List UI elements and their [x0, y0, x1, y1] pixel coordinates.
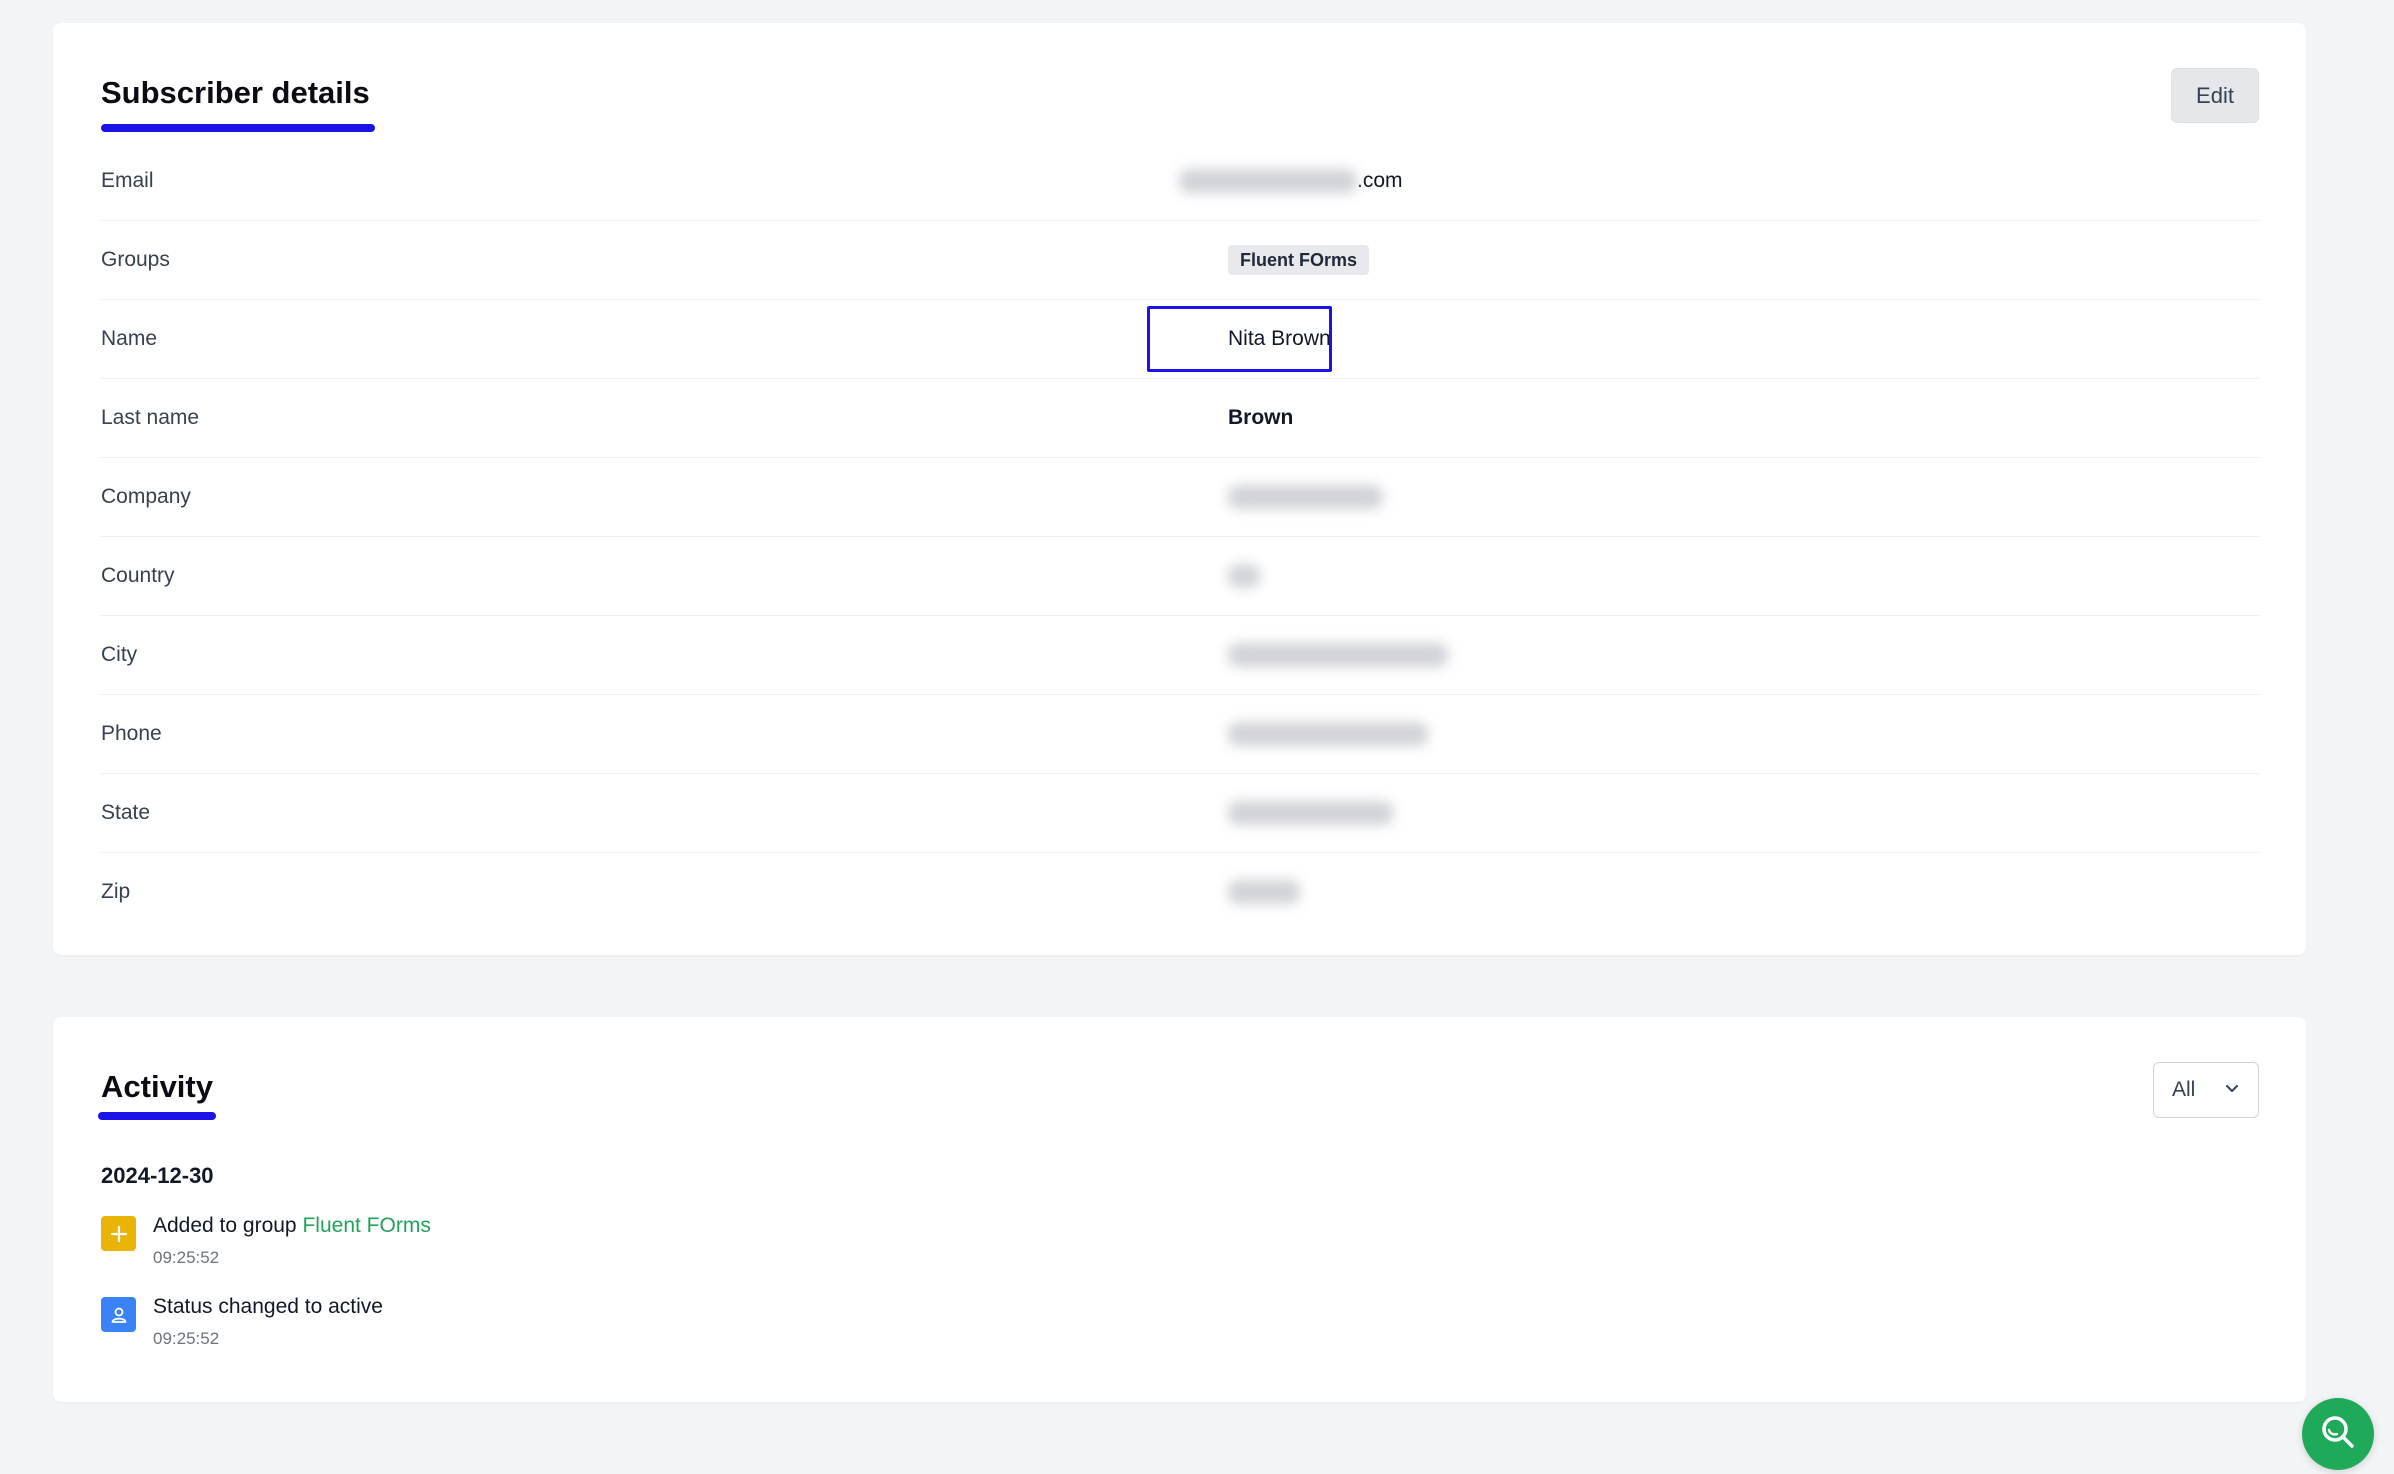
detail-row-phone: Phone — [101, 695, 2259, 774]
search-icon — [2318, 1412, 2358, 1457]
detail-label: Zip — [101, 880, 131, 903]
filter-value: All — [2172, 1078, 2196, 1101]
redacted-value — [1228, 643, 1448, 668]
detail-label: Groups — [101, 248, 170, 271]
edit-button[interactable]: Edit — [2171, 68, 2259, 123]
group-link[interactable]: Fluent FOrms — [302, 1214, 430, 1237]
detail-label: State — [101, 801, 151, 824]
detail-value-email: .com — [1179, 142, 1403, 220]
activity-card: Activity All 2024-12-30 Added to group F… — [53, 1017, 2306, 1402]
redacted-value — [1228, 880, 1300, 905]
activity-title: Activity — [101, 1069, 213, 1104]
detail-row-city: City — [101, 616, 2259, 695]
activity-time: 09:25:52 — [153, 1329, 220, 1348]
user-icon — [101, 1297, 136, 1332]
title-underline — [101, 124, 375, 132]
activity-filter-select[interactable]: All — [2153, 1062, 2259, 1118]
activity-text: Added to group Fluent FOrms — [153, 1214, 431, 1238]
detail-row-last-name: Last name Brown — [101, 379, 2259, 458]
redacted-value — [1228, 485, 1383, 510]
group-tag: Fluent FOrms — [1228, 245, 1370, 276]
subscriber-details-title: Subscriber details — [101, 75, 370, 110]
subscriber-details-card: Subscriber details Edit Email .com Group… — [53, 23, 2306, 955]
detail-value-state — [1228, 774, 1393, 852]
detail-label: Company — [101, 485, 191, 508]
redacted-value — [1228, 564, 1260, 589]
redacted-value — [1228, 801, 1393, 826]
detail-value-zip — [1228, 853, 1300, 931]
detail-value-city — [1228, 616, 1448, 694]
detail-value-country — [1228, 537, 1260, 615]
plus-icon — [101, 1216, 136, 1251]
detail-row-zip: Zip — [101, 853, 2259, 932]
detail-value-groups: Fluent FOrms — [1228, 221, 1370, 299]
redacted-value — [1179, 169, 1357, 194]
detail-label: Phone — [101, 722, 162, 745]
title-underline — [98, 1112, 216, 1120]
activity-date: 2024-12-30 — [101, 1163, 214, 1188]
detail-row-country: Country — [101, 537, 2259, 616]
activity-time: 09:25:52 — [153, 1248, 220, 1267]
detail-label: Email — [101, 169, 154, 192]
detail-label: Country — [101, 564, 175, 587]
detail-value-last-name: Brown — [1228, 406, 1294, 429]
detail-label: City — [101, 643, 138, 666]
redacted-value — [1228, 722, 1428, 747]
activity-text-main: Added to group — [153, 1214, 297, 1237]
chevron-down-icon — [2224, 1078, 2240, 1102]
email-suffix: .com — [1357, 169, 1403, 192]
detail-row-state: State — [101, 774, 2259, 853]
search-fab-button[interactable] — [2302, 1398, 2374, 1470]
detail-row-email: Email .com — [101, 142, 2259, 221]
detail-row-groups: Groups Fluent FOrms — [101, 221, 2259, 300]
activity-text: Status changed to active — [153, 1295, 383, 1318]
detail-value-company — [1228, 458, 1383, 536]
detail-value-phone — [1228, 695, 1428, 773]
detail-label: Last name — [101, 406, 200, 429]
name-highlight-box — [1147, 306, 1332, 372]
detail-label: Name — [101, 327, 158, 350]
detail-row-company: Company — [101, 458, 2259, 537]
